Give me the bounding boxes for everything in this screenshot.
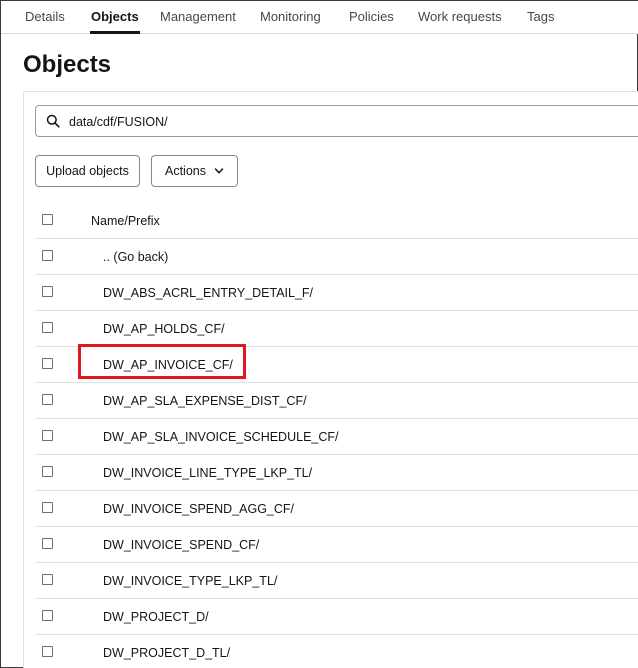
row-checkbox[interactable] xyxy=(42,286,53,297)
table-header: Name/Prefix xyxy=(35,203,638,239)
row-checkbox[interactable] xyxy=(42,646,53,657)
prefix-link[interactable]: DW_PROJECT_D/ xyxy=(103,610,209,624)
table-row[interactable]: .. (Go back) xyxy=(35,239,638,275)
row-checkbox[interactable] xyxy=(42,358,53,369)
row-checkbox[interactable] xyxy=(42,322,53,333)
tab-tags[interactable]: Tags xyxy=(527,1,554,33)
search-box[interactable] xyxy=(35,105,638,137)
actions-button[interactable]: Actions xyxy=(151,155,238,187)
tab-management[interactable]: Management xyxy=(160,1,236,33)
row-checkbox[interactable] xyxy=(42,394,53,405)
tab-details[interactable]: Details xyxy=(25,1,65,33)
page-title: Objects xyxy=(23,51,112,78)
row-checkbox[interactable] xyxy=(42,502,53,513)
tab-bar: Details Objects Management Monitoring Po… xyxy=(1,1,638,34)
table-row[interactable]: DW_ABS_ACRL_ENTRY_DETAIL_F/ xyxy=(35,275,638,311)
table-row[interactable]: DW_INVOICE_SPEND_AGG_CF/ xyxy=(35,491,638,527)
table-row[interactable]: DW_INVOICE_TYPE_LKP_TL/ xyxy=(35,563,638,599)
table-row[interactable]: DW_INVOICE_SPEND_CF/ xyxy=(35,527,638,563)
select-all-checkbox[interactable] xyxy=(42,214,53,225)
go-back-link[interactable]: .. (Go back) xyxy=(103,250,168,264)
chevron-down-icon xyxy=(214,168,224,174)
actions-label: Actions xyxy=(165,164,206,178)
prefix-link[interactable]: DW_PROJECT_D_TL/ xyxy=(103,646,230,660)
row-checkbox[interactable] xyxy=(42,574,53,585)
tab-objects[interactable]: Objects xyxy=(90,1,140,34)
prefix-link[interactable]: DW_ABS_ACRL_ENTRY_DETAIL_F/ xyxy=(103,286,313,300)
upload-objects-button[interactable]: Upload objects xyxy=(35,155,140,187)
prefix-link[interactable]: DW_INVOICE_SPEND_CF/ xyxy=(103,538,259,552)
row-checkbox[interactable] xyxy=(42,610,53,621)
table-row[interactable]: DW_PROJECT_D/ xyxy=(35,599,638,635)
table-row[interactable]: DW_INVOICE_LINE_TYPE_LKP_TL/ xyxy=(35,455,638,491)
tab-policies[interactable]: Policies xyxy=(349,1,394,33)
prefix-link[interactable]: DW_INVOICE_LINE_TYPE_LKP_TL/ xyxy=(103,466,312,480)
table-row[interactable]: DW_AP_HOLDS_CF/ xyxy=(35,311,638,347)
search-input[interactable] xyxy=(69,112,629,132)
table-row[interactable]: DW_AP_INVOICE_CF/ xyxy=(35,347,638,383)
prefix-link[interactable]: DW_AP_SLA_EXPENSE_DIST_CF/ xyxy=(103,394,307,408)
tab-monitoring[interactable]: Monitoring xyxy=(260,1,321,33)
search-icon xyxy=(46,114,60,128)
prefix-link[interactable]: DW_AP_SLA_INVOICE_SCHEDULE_CF/ xyxy=(103,430,339,444)
tab-work-requests[interactable]: Work requests xyxy=(418,1,502,33)
row-checkbox[interactable] xyxy=(42,538,53,549)
row-checkbox[interactable] xyxy=(42,466,53,477)
table-row[interactable]: DW_AP_SLA_EXPENSE_DIST_CF/ xyxy=(35,383,638,419)
row-checkbox[interactable] xyxy=(42,250,53,261)
row-checkbox[interactable] xyxy=(42,430,53,441)
prefix-link[interactable]: DW_AP_INVOICE_CF/ xyxy=(103,358,233,372)
prefix-link[interactable]: DW_AP_HOLDS_CF/ xyxy=(103,322,225,336)
upload-objects-label: Upload objects xyxy=(46,164,129,178)
prefix-link[interactable]: DW_INVOICE_SPEND_AGG_CF/ xyxy=(103,502,294,516)
prefix-link[interactable]: DW_INVOICE_TYPE_LKP_TL/ xyxy=(103,574,277,588)
name-prefix-header: Name/Prefix xyxy=(91,214,160,228)
table-row[interactable]: DW_AP_SLA_INVOICE_SCHEDULE_CF/ xyxy=(35,419,638,455)
table-row[interactable]: DW_PROJECT_D_TL/ xyxy=(35,635,638,668)
